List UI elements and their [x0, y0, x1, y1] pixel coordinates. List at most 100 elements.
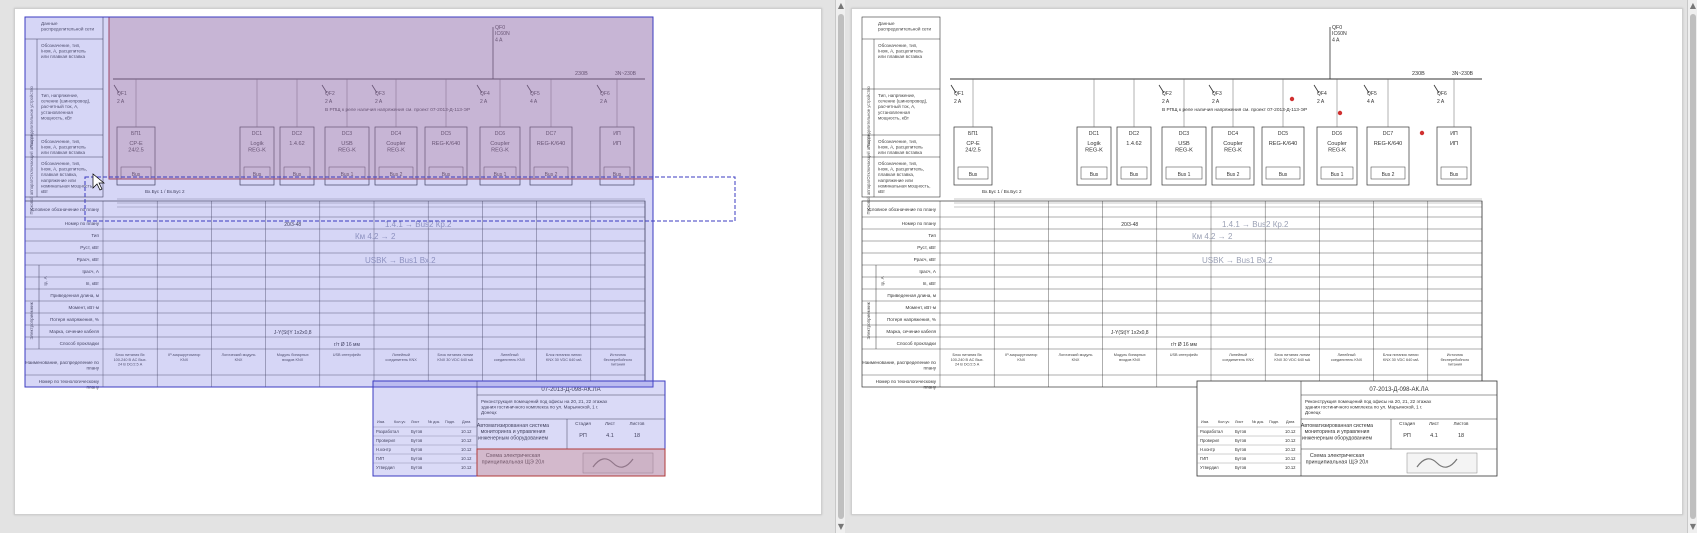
table-row-label: Момент, кВт·м	[905, 305, 936, 310]
device-id: DC2	[1129, 131, 1139, 137]
bus-port-label: Bus 1	[1178, 172, 1191, 178]
signer-role: Проверил	[1200, 438, 1220, 443]
sig-col-label: Подп.	[1269, 420, 1279, 424]
bus-port-label: Bus	[1090, 172, 1099, 178]
table-group-label: Iр, А	[880, 276, 885, 285]
signer-role: Разработал	[1200, 429, 1223, 434]
bus-rating-right: 3N~230B	[1452, 71, 1474, 77]
sign-date: 10.12	[1285, 456, 1296, 461]
handwritten-note: USBK → Bus1 Вх.2	[1202, 256, 1273, 265]
consumer-name: Источник бесперебойного питания	[1441, 353, 1470, 367]
left-document-pane[interactable]: Данные распределительной сети Обозначение,…	[0, 0, 835, 533]
system-name: Автоматизированная система мониторинга и …	[1301, 423, 1373, 441]
marker-dot-icon	[1337, 110, 1343, 116]
table-row-label: Iрасч, А	[919, 269, 937, 274]
device-id: DC3	[1179, 131, 1189, 137]
breaker-rating: 2 A	[1437, 99, 1445, 105]
table-row-label: Номер по технологическому плану	[876, 379, 937, 390]
sheet-title: Схема электрическая принципиальная ЩЭ 20л	[1306, 453, 1369, 465]
device-type: Logik REG-K	[1085, 141, 1103, 154]
table-row-label: Тип	[928, 233, 936, 238]
header-label: Обозначение, тип, Iном, А, расцепитель, пл…	[878, 161, 931, 194]
stage-header: Стадия	[1399, 421, 1415, 426]
consumer-name: Блок питания линии KNX 30 VDC 640 мА	[1274, 353, 1310, 362]
left-scroll-thumb[interactable]	[838, 14, 844, 519]
sign-date: 10.12	[1285, 429, 1296, 434]
sig-col-label: Лист	[1235, 420, 1244, 424]
rpd-note: В РПЩ к реле наличия напряжения см. прое…	[1162, 107, 1307, 113]
sig-col-label: № док.	[1252, 420, 1264, 424]
signer-role: Н.контр	[1200, 447, 1216, 452]
device-id: DC4	[1228, 131, 1238, 137]
bus-port-label: Bus	[969, 172, 978, 178]
right-document-pane[interactable]: Данные распределительной сети Обозначение,…	[845, 0, 1697, 533]
signer-role: Утвердил	[1200, 465, 1219, 470]
device-type: 1.4.62	[1126, 141, 1142, 147]
left-schematic[interactable]: Данные распределительной сетиОбозначение,…	[15, 9, 821, 514]
table-row-label: Потеря напряжения, %	[887, 317, 936, 322]
right-drawing-sheet: Данные распределительной сети Обозначение,…	[851, 8, 1683, 515]
schematic-group: Данные распределительной сетиОбозначение,…	[861, 16, 1498, 477]
signer-name: Бутов	[1235, 447, 1247, 452]
right-scroll-thumb[interactable]	[1690, 14, 1696, 519]
side-label: Отключающий аппарат	[866, 134, 871, 179]
consumer-name: Блок питания Вх 100-240 В АС Вых. 24 В DC/…	[951, 353, 984, 367]
stage-value: 18	[1458, 433, 1464, 439]
header-label: Тип, напряжение, сечение (шинопровод), рас…	[878, 93, 927, 120]
consumer-name: Блок питания линии KNX 30 VDC 640 мА	[1383, 353, 1419, 362]
table-row-label: Способ прокладки	[897, 341, 937, 346]
table-row-label: Приведенная длина, м	[887, 293, 936, 298]
signer-role: ГИП	[1200, 456, 1208, 461]
table-row-label: Номер по плану	[902, 221, 937, 226]
consumer-name: USB интерфейс	[1170, 353, 1198, 357]
bus-port-label: Bus	[1450, 172, 1459, 178]
schematic-group: Данные распределительной сетиОбозначение,…	[24, 16, 736, 477]
table-row-label: Руст, кВт	[917, 245, 937, 250]
table-row-label: Ррасч, кВт	[914, 257, 937, 262]
bus-rating: 230B	[1412, 71, 1425, 77]
left-drawing-sheet: Данные распределительной сети Обозначение,…	[14, 8, 822, 515]
breaker-rating: 4 A	[1367, 99, 1375, 105]
sig-col-label: Дата	[1286, 420, 1295, 424]
sig-col-label: Кол.уч	[1218, 420, 1229, 424]
table-group-label: Электроприемник	[866, 302, 871, 339]
stage-header: Листов	[1454, 421, 1469, 426]
breaker-rating: 2 A	[954, 99, 962, 105]
signer-name: Бутов	[1235, 465, 1247, 470]
bus-port-label: Bus 1	[1331, 172, 1344, 178]
consumer-name: IP-маршрутизатор KNX	[1005, 353, 1037, 362]
header-label: Обозначение, тип, Iном, А, расцепитель или…	[878, 139, 923, 155]
device-type: ИП	[1450, 141, 1458, 147]
main-breaker-label: QF0 IC60N 4 A	[1332, 25, 1347, 43]
right-schematic[interactable]: Данные распределительной сети Обозначение,…	[852, 9, 1682, 514]
device-id: БП1	[968, 131, 978, 137]
sign-date: 10.12	[1285, 438, 1296, 443]
handwritten-note: 1.4.1 → Bus2 Кр.2	[1222, 220, 1289, 229]
doc-code: 07-2013-Д-098-АК.ЛА	[1369, 387, 1428, 393]
sig-col-label: Изм.	[1201, 420, 1209, 424]
consumer-name: Линейный соединитель KNX	[1222, 353, 1254, 362]
handwritten-note: Км 4.2 → 2	[1192, 232, 1233, 241]
stage-value: 4.1	[1430, 433, 1438, 439]
laying-method: г/т Ø 16 мм	[1171, 342, 1198, 348]
cable-type: J-Y(St)Y 1x2x0,8	[1111, 330, 1149, 336]
company-logo	[1406, 452, 1478, 474]
consumer-name: Модуль бинарных входов KNX	[1114, 353, 1146, 362]
device-type: Coupler REG-K	[1223, 141, 1243, 154]
signer-name: Бутов	[1235, 429, 1247, 434]
breaker-rating: 2 A	[1162, 99, 1170, 105]
bus-port-label: Bus 2	[1382, 172, 1395, 178]
scroll-down-icon[interactable]: ▼	[1688, 521, 1697, 533]
bus-port-label: Bus	[1279, 172, 1288, 178]
table-row-label: Марка, сечение кабеля	[886, 329, 936, 334]
device-type: REG-K/640	[1269, 141, 1298, 147]
breaker-rating: 2 A	[1317, 99, 1325, 105]
selection-highlight-blue	[24, 16, 654, 388]
scroll-up-icon[interactable]: ▲	[1688, 0, 1697, 12]
device-id: DC7	[1383, 131, 1393, 137]
table-row-label: Iп, кВт	[923, 281, 937, 286]
right-scrollbar[interactable]: ▲ ▼	[1687, 0, 1697, 533]
device-id: ИП	[1450, 131, 1458, 137]
breaker-rating: 2 A	[1212, 99, 1220, 105]
device-type: REG-K/640	[1374, 141, 1403, 147]
